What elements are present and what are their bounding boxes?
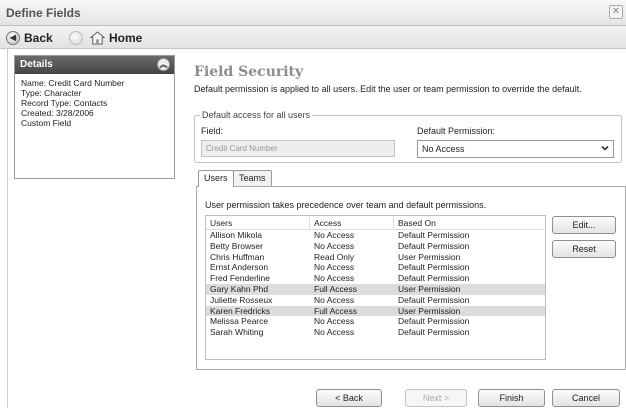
close-icon[interactable]: ✕: [609, 5, 623, 19]
table-row[interactable]: Fred Fenderline No Access Default Permissi…: [206, 273, 545, 284]
cell-based-on: Default Permission: [398, 327, 470, 338]
users-table[interactable]: Users Access Based On Allison Mikola No A…: [205, 215, 546, 360]
cell-user: Melissa Pearce: [210, 316, 269, 327]
cell-based-on: Default Permission: [398, 262, 470, 273]
back-label: Back: [24, 30, 53, 45]
table-row[interactable]: Ernst Anderson No Access Default Permissio…: [206, 262, 545, 273]
back-button[interactable]: ◀ Back: [6, 29, 53, 46]
cell-access: No Access: [314, 316, 355, 327]
cell-user: Karen Fredricks: [210, 305, 270, 316]
cell-access: Full Access: [314, 305, 357, 316]
cell-user: Sarah Whiting: [210, 327, 264, 338]
window-titlebar: Define Fields ✕: [0, 0, 626, 26]
cell-access: Read Only: [314, 251, 355, 262]
cell-user: Gary Kahn Phd: [210, 283, 269, 294]
tab-users[interactable]: Users: [198, 170, 234, 187]
finish-button[interactable]: Finish: [478, 389, 545, 407]
cell-user: Betty Browser: [210, 240, 263, 251]
table-row[interactable]: Sarah Whiting No Access Default Permission: [206, 327, 545, 338]
back-arrow-icon: ◀: [6, 30, 20, 45]
details-body: Name: Credit Card Number Type: Character…: [15, 74, 174, 132]
tab-teams[interactable]: Teams: [233, 170, 272, 186]
default-permission-select[interactable]: No Access: [417, 140, 614, 158]
cell-access: No Access: [314, 327, 355, 338]
home-button[interactable]: Home: [90, 29, 142, 46]
home-icon: [90, 30, 105, 45]
default-access-group: Default access for all users Field: Defa…: [194, 110, 622, 163]
table-row[interactable]: Chris Huffman Read Only User Permission: [206, 252, 545, 263]
details-panel: Details ︽ Name: Credit Card Number Type:…: [14, 55, 175, 179]
details-line: Created: 3/28/2006: [21, 108, 94, 118]
table-row[interactable]: Gary Kahn Phd Full Access User Permission: [206, 283, 545, 295]
details-line: Name: Credit Card Number: [21, 78, 125, 88]
cell-based-on: Default Permission: [398, 240, 470, 251]
details-title: Details: [20, 59, 53, 70]
collapse-icon[interactable]: ︽: [157, 58, 170, 71]
cell-access: No Access: [314, 240, 355, 251]
default-permission-value: No Access: [422, 144, 465, 154]
cell-access: No Access: [314, 273, 355, 284]
cell-access: No Access: [314, 294, 355, 305]
users-tab-panel: User permission takes precedence over te…: [196, 186, 626, 370]
cell-based-on: User Permission: [398, 305, 461, 316]
cell-based-on: User Permission: [398, 283, 461, 294]
cell-based-on: Default Permission: [398, 294, 470, 305]
page-title: Field Security: [194, 64, 304, 80]
window-title: Define Fields: [6, 6, 81, 20]
cell-user: Ernst Anderson: [210, 262, 269, 273]
details-line: Type: Character: [21, 88, 82, 98]
details-line: Custom Field: [21, 118, 72, 128]
cell-based-on: Default Permission: [398, 273, 470, 284]
field-label: Field:: [201, 126, 224, 136]
table-row[interactable]: Betty Browser No Access Default Permission: [206, 241, 545, 252]
cell-access: No Access: [314, 262, 355, 273]
details-line: Record Type: Contacts: [21, 98, 108, 108]
column-header-access[interactable]: Access: [310, 216, 394, 229]
default-permission-label: Default Permission:: [417, 126, 496, 136]
group-legend: Default access for all users: [200, 110, 313, 120]
back-step-button[interactable]: < Back: [316, 389, 382, 407]
table-row[interactable]: Allison Mikola No Access Default Permissio…: [206, 230, 545, 241]
table-header: Users Access Based On: [206, 216, 545, 230]
cell-user: Juliette Rosseux: [210, 294, 273, 305]
table-row[interactable]: Melissa Pearce No Access Default Permissio…: [206, 316, 545, 327]
forward-button[interactable]: ▶: [69, 29, 87, 46]
field-name-input: Credit Card Number: [201, 140, 395, 157]
cell-access: No Access: [314, 230, 355, 240]
cell-user: Allison Mikola: [210, 230, 262, 240]
column-header-users[interactable]: Users: [206, 216, 310, 229]
cell-user: Fred Fenderline: [210, 273, 271, 284]
cell-access: Full Access: [314, 283, 357, 294]
panel-divider: [7, 49, 8, 408]
column-header-based-on[interactable]: Based On: [394, 216, 544, 229]
cell-based-on: User Permission: [398, 251, 461, 262]
home-label: Home: [109, 30, 143, 45]
table-row[interactable]: Karen Fredricks Full Access User Permissio…: [206, 305, 545, 317]
page-description: Default permission is applied to all use…: [194, 84, 582, 94]
cell-user: Chris Huffman: [210, 251, 265, 262]
cancel-button[interactable]: Cancel: [552, 389, 620, 407]
edit-button[interactable]: Edit...: [552, 216, 616, 234]
next-step-button[interactable]: Next >: [405, 389, 467, 407]
forward-arrow-icon: ▶: [69, 30, 83, 45]
table-row[interactable]: Juliette Rosseux No Access Default Permiss…: [206, 295, 545, 306]
cell-based-on: Default Permission: [398, 230, 470, 240]
details-header[interactable]: Details ︽: [15, 56, 174, 74]
navigation-bar: ◀ Back ▶ Home: [0, 26, 626, 49]
reset-button[interactable]: Reset: [552, 240, 616, 258]
users-panel-note: User permission takes precedence over te…: [205, 200, 487, 210]
table-body: Allison Mikola No Access Default Permissio…: [206, 230, 545, 338]
cell-based-on: Default Permission: [398, 316, 470, 327]
chevron-down-icon[interactable]: [599, 143, 611, 155]
